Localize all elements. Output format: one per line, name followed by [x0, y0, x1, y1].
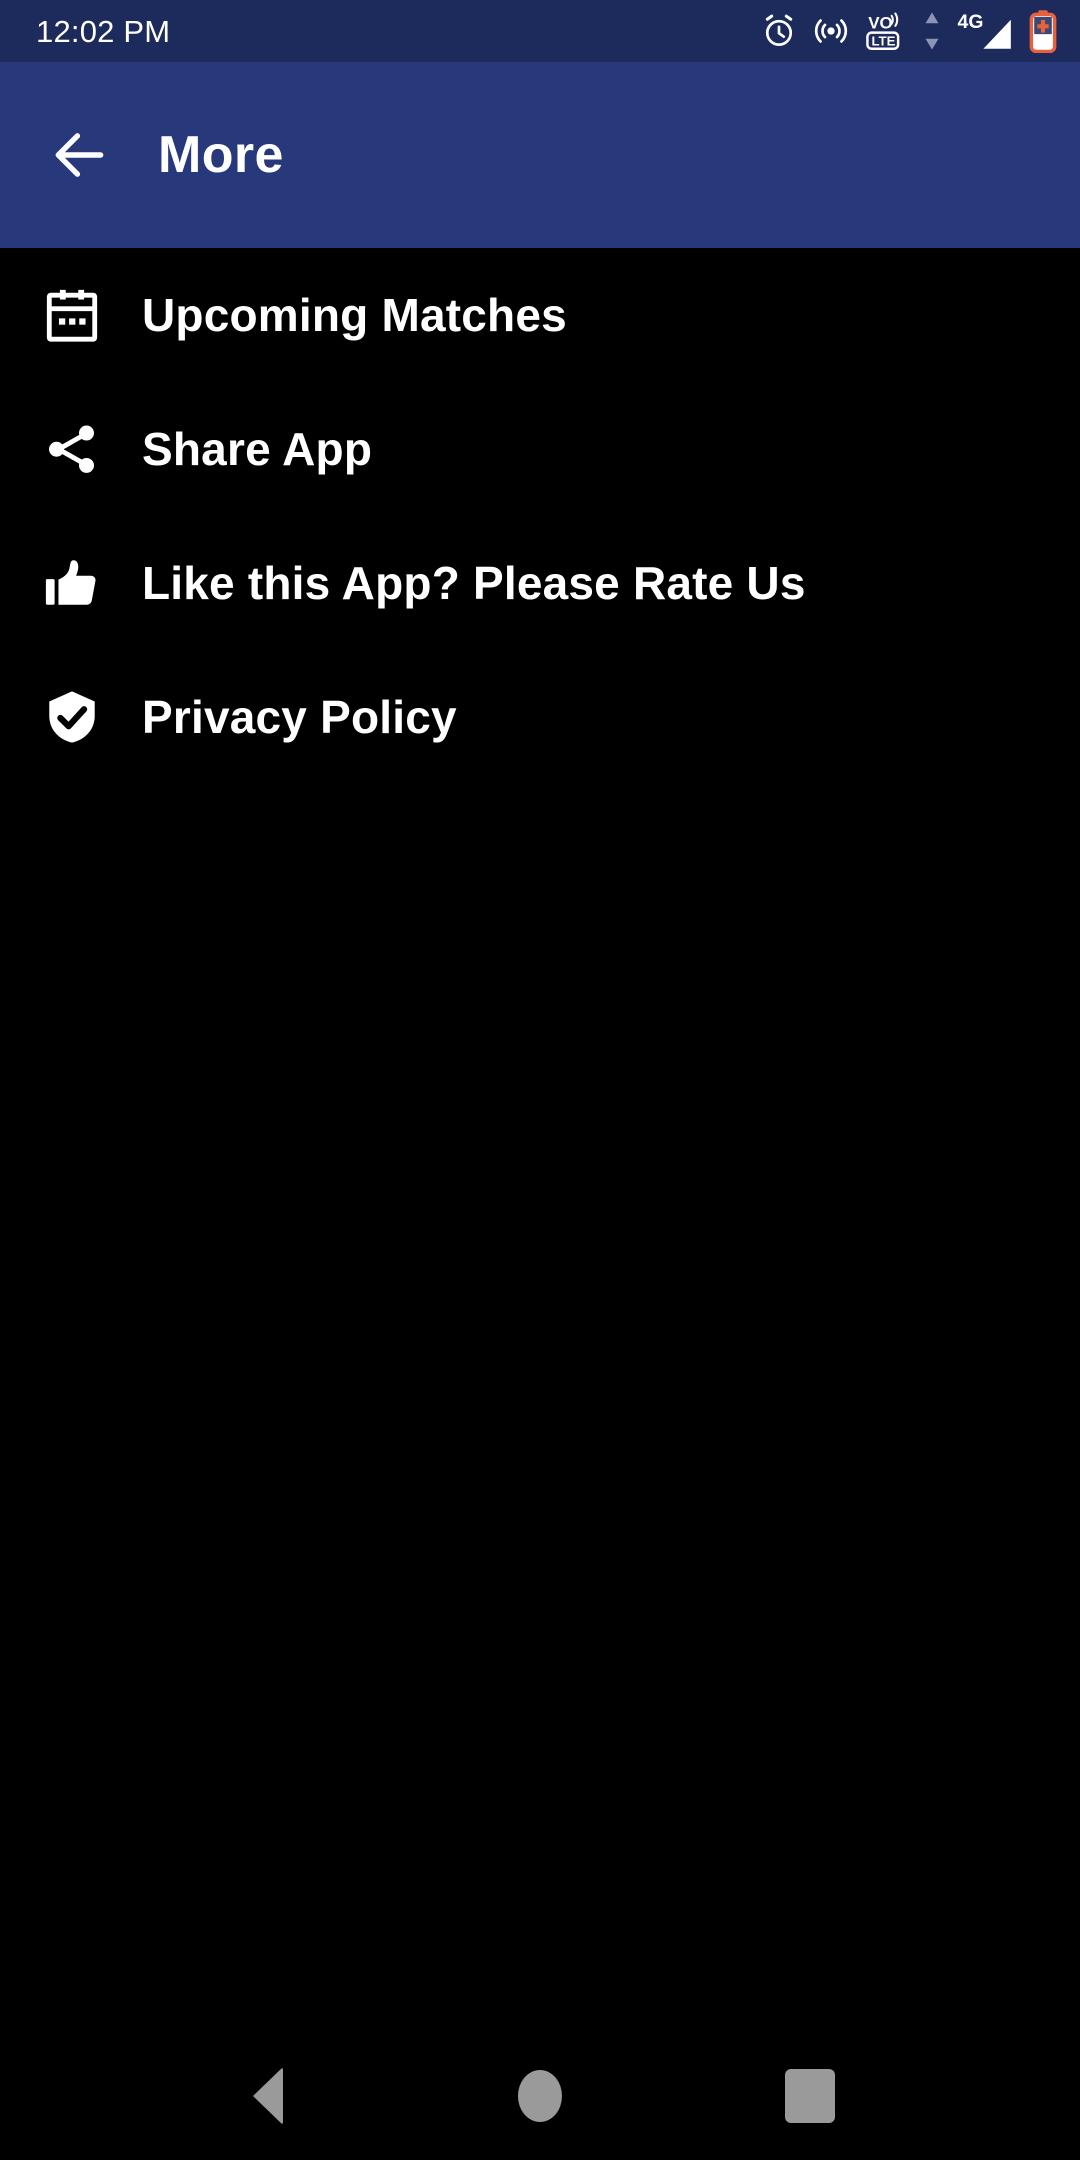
- menu-item-label: Like this App? Please Rate Us: [142, 557, 806, 609]
- arrow-left-icon: [55, 133, 104, 177]
- svg-text:4G: 4G: [958, 11, 984, 33]
- shield-check-icon: [40, 685, 104, 749]
- nav-recents-icon: [785, 2069, 835, 2123]
- nav-back-button[interactable]: [198, 2032, 338, 2160]
- more-menu-list: Upcoming Matches Share App Like this App…: [0, 248, 1080, 784]
- nav-home-icon: [518, 2070, 562, 2122]
- menu-item-label: Privacy Policy: [142, 691, 457, 743]
- share-icon: [40, 417, 104, 481]
- app-bar: More: [0, 62, 1080, 248]
- status-clock: 12:02 PM: [36, 13, 171, 49]
- volte-icon: VO LTE: [864, 10, 908, 52]
- data-transfer-icon: [922, 11, 942, 51]
- alarm-icon: [760, 12, 798, 50]
- nav-recents-button[interactable]: [740, 2032, 880, 2160]
- svg-text:LTE: LTE: [871, 34, 895, 49]
- thumbs-up-icon: [40, 551, 104, 615]
- menu-item-label: Upcoming Matches: [142, 289, 567, 341]
- back-button[interactable]: [44, 119, 116, 191]
- page-title: More: [158, 126, 284, 184]
- status-bar: 12:02 PM VO LTE 4G: [0, 0, 1080, 62]
- svg-text:VO: VO: [868, 14, 893, 33]
- menu-item-rate-us[interactable]: Like this App? Please Rate Us: [0, 516, 1080, 650]
- menu-item-share-app[interactable]: Share App: [0, 382, 1080, 516]
- signal-4g-icon: 4G: [956, 10, 1014, 52]
- nav-home-button[interactable]: [470, 2032, 610, 2160]
- nav-back-icon: [253, 2067, 283, 2125]
- calendar-icon: [40, 283, 104, 347]
- hotspot-icon: [812, 12, 850, 50]
- system-navigation-bar: [0, 2032, 1080, 2160]
- battery-charging-icon: [1028, 9, 1058, 53]
- status-icon-tray: VO LTE 4G: [760, 9, 1058, 53]
- menu-item-privacy-policy[interactable]: Privacy Policy: [0, 650, 1080, 784]
- menu-item-label: Share App: [142, 423, 373, 475]
- menu-item-upcoming-matches[interactable]: Upcoming Matches: [0, 248, 1080, 382]
